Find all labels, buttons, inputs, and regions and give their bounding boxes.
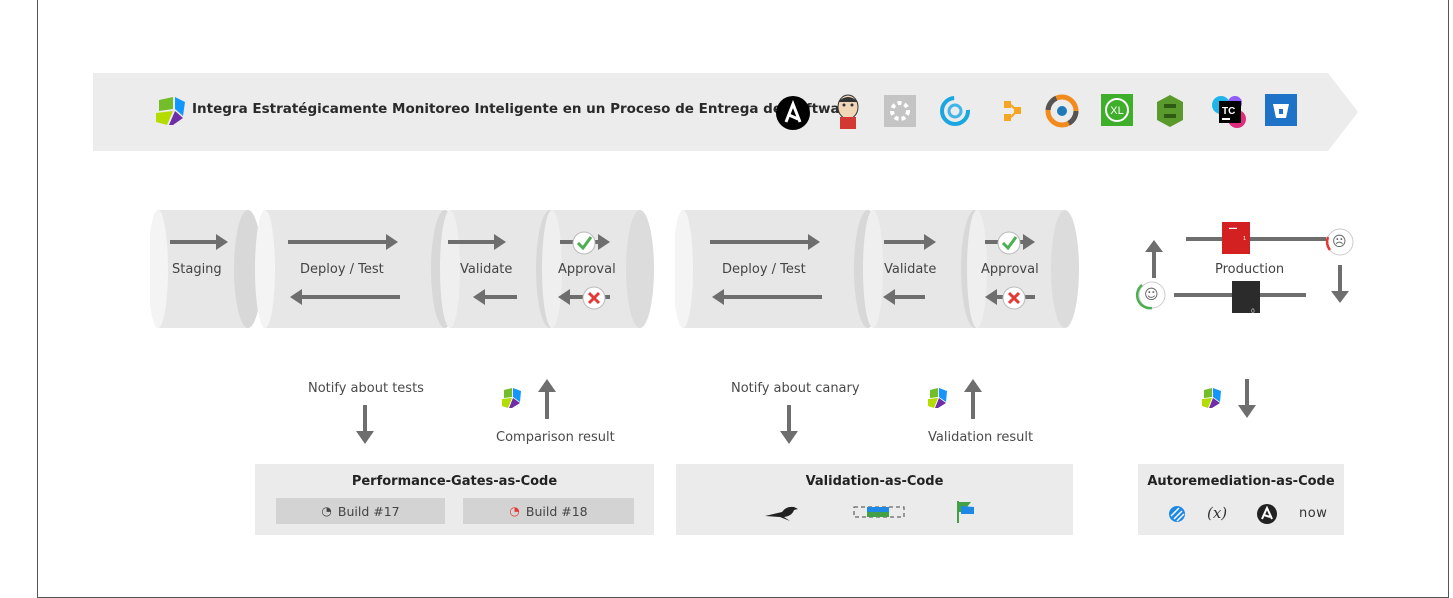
validation-title: Validation-as-Code: [805, 474, 944, 489]
autoremediation-arrow: [1238, 379, 1256, 418]
xebialabs-icon: [1045, 94, 1079, 128]
svg-text:▬▬: ▬▬: [1229, 225, 1237, 230]
circleci-icon: [940, 96, 970, 126]
notify-tests-label: Notify about tests: [308, 381, 424, 396]
teamcity-icon: TC: [1212, 96, 1246, 128]
validation-result-label: Validation result: [928, 430, 1034, 445]
speedometer-icon: ◔: [321, 504, 332, 518]
dynatrace-small-icon-2: [928, 388, 947, 408]
performance-gates-title: Performance-Gates-as-Code: [351, 474, 558, 489]
notify-canary-label: Notify about canary: [731, 381, 860, 396]
dynatrace-logo: [156, 97, 185, 125]
xl-release-icon: XL: [1101, 94, 1133, 126]
comparison-result-arrow: [538, 379, 556, 419]
aws-codepipeline-icon: [1157, 95, 1183, 127]
happy-face-icon: ☺: [1144, 287, 1159, 303]
production-badge-bottom: 0: [1251, 308, 1255, 315]
dynatrace-small-icon-1: [502, 388, 521, 408]
feature-flag-icon: [957, 501, 974, 523]
function-icon: (x): [1207, 504, 1228, 522]
canary-bars-icon: [853, 506, 905, 518]
approval2-reject-icon: [1002, 286, 1026, 310]
notify-canary-arrow: [780, 405, 798, 444]
svg-text:XL: XL: [1110, 105, 1123, 117]
pipeline1-arrows: [170, 234, 610, 305]
ansible-icon: [776, 96, 810, 130]
svg-text:TC: TC: [1222, 106, 1235, 117]
servicenow-icon: now: [1299, 506, 1328, 521]
build-18-label: Build #18: [525, 503, 588, 519]
approval-check-icon: [572, 231, 596, 255]
jenkins-icon: [837, 94, 859, 129]
speedometer-fail-icon: ◔: [509, 504, 520, 518]
build-18-chip[interactable]: ◔ Build #18: [463, 498, 634, 524]
bitbucket-icon: [1265, 94, 1297, 126]
dynatrace-small-icon-3: [1202, 388, 1221, 408]
validation-box: Validation-as-Code: [676, 464, 1073, 535]
notify-tests-arrow: [356, 405, 374, 444]
sad-face-icon: ☹: [1332, 234, 1347, 250]
stackstorm-icon: [1169, 506, 1185, 522]
comparison-result-label: Comparison result: [496, 430, 615, 445]
build-17-chip[interactable]: ◔ Build #17: [276, 498, 445, 524]
production-label: Production: [1215, 262, 1285, 277]
gitlab-icon: [1004, 101, 1021, 121]
production-badge-top: 1: [1243, 236, 1247, 242]
bird-icon: [765, 506, 798, 521]
ansible-small-icon: [1257, 504, 1277, 524]
approval2-check-icon: [997, 231, 1021, 255]
autoremediation-box: Autoremediation-as-Code (x) now: [1138, 464, 1344, 535]
validation-result-arrow: [964, 379, 982, 419]
banner-title: Integra Estratégicamente Monitoreo Intel…: [192, 101, 856, 117]
autoremediation-title: Autoremediation-as-Code: [1147, 474, 1335, 489]
performance-gates-box: Performance-Gates-as-Code ◔ Build #17 ◔ …: [255, 464, 654, 535]
build-17-label: Build #17: [337, 503, 400, 519]
concourse-icon: [884, 95, 916, 127]
approval-reject-icon: [582, 286, 606, 310]
